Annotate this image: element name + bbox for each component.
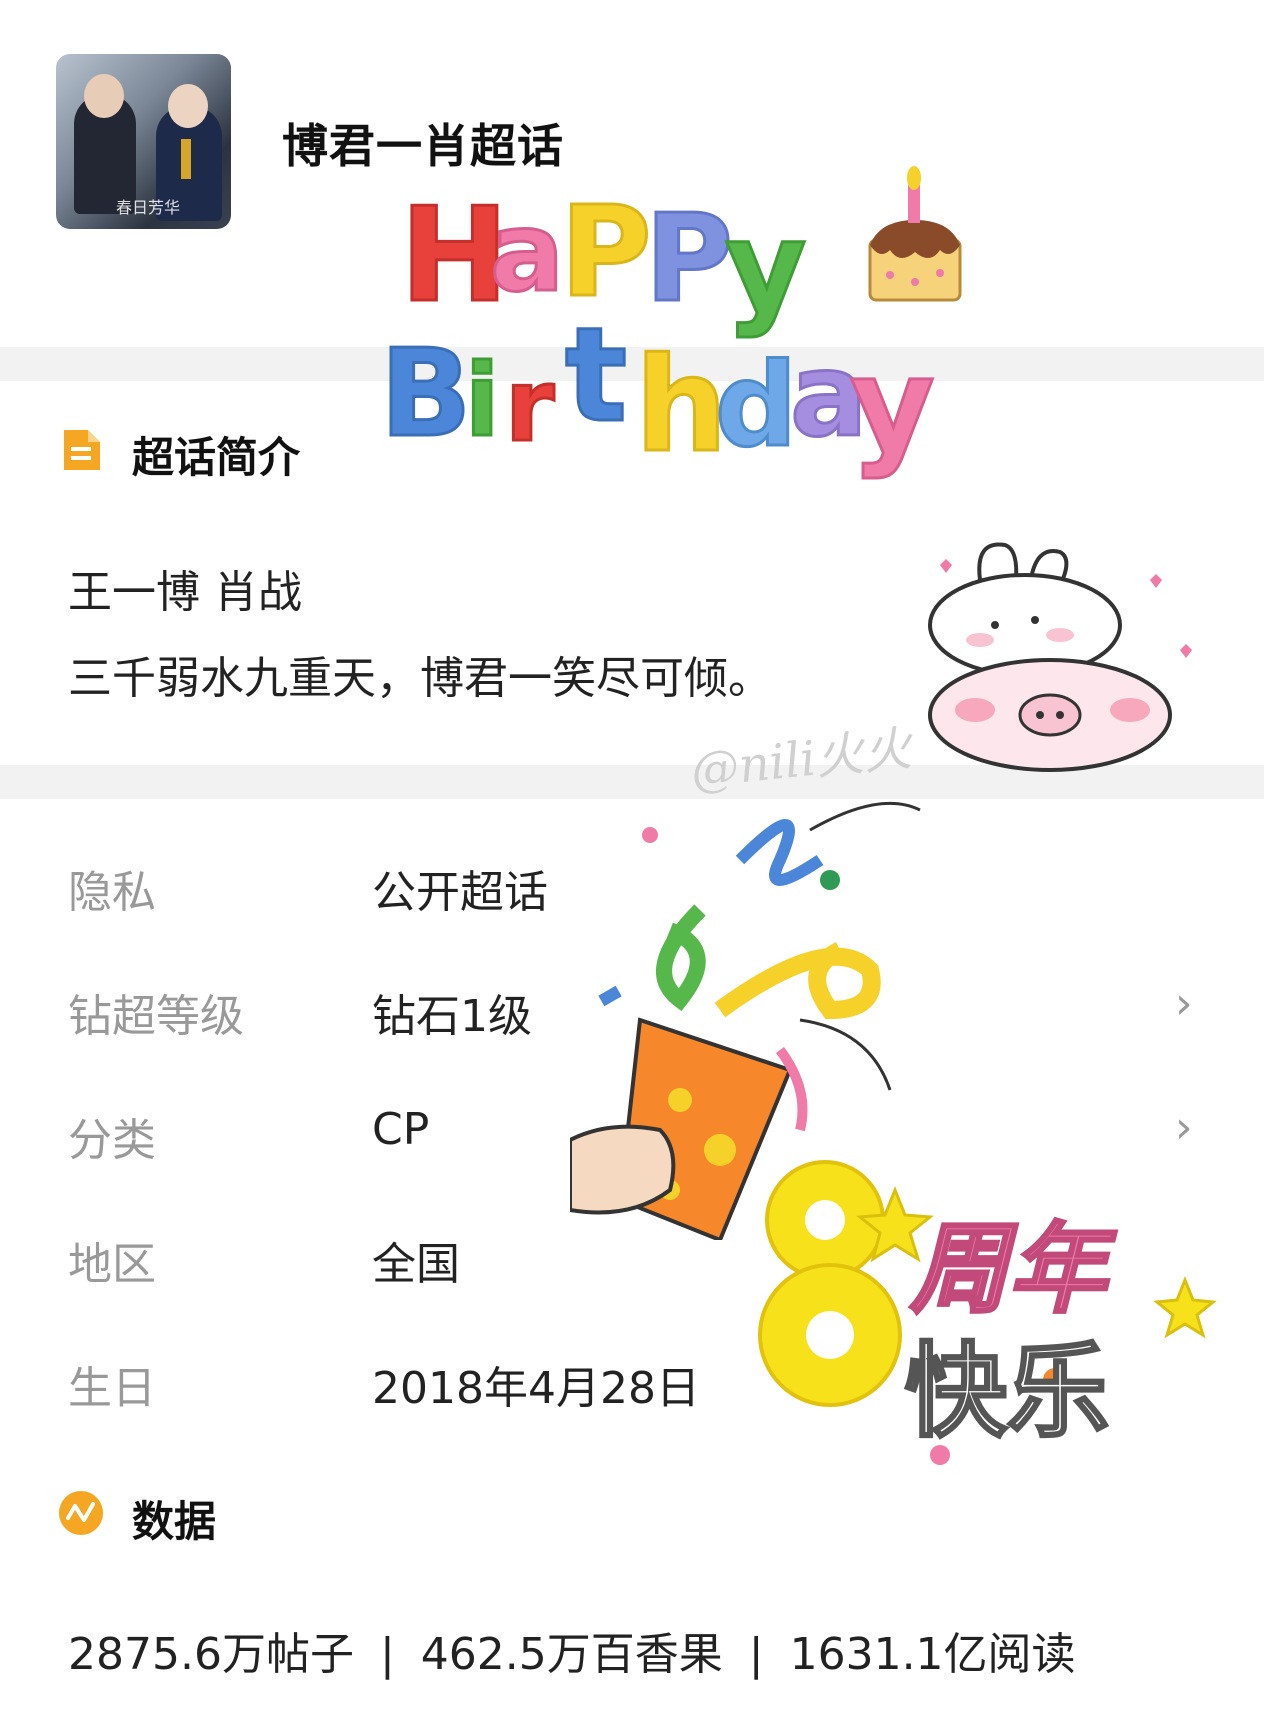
birthday-label: 生日 <box>68 1363 156 1414</box>
happy-birthday-sticker: H a P P y B i r t h d a y <box>380 160 1020 520</box>
svg-text:y: y <box>725 195 806 340</box>
supertopic-avatar[interactable]: 春日芳华 <box>56 54 231 229</box>
region-label: 地区 <box>68 1239 156 1290</box>
bunny-pig-sticker <box>920 540 1220 780</box>
fruits-count: 462.5万百香果 <box>420 1629 723 1680</box>
posts-count: 2875.6万帖子 <box>68 1629 354 1680</box>
chevron-right-icon[interactable]: › <box>1175 978 1193 1029</box>
document-icon <box>64 430 100 470</box>
privacy-label: 隐私 <box>68 867 156 918</box>
avatar-face-left <box>84 74 124 118</box>
cake-icon <box>868 166 962 302</box>
chart-icon <box>59 1491 103 1535</box>
level-label: 钻超等级 <box>68 991 244 1042</box>
region-value: 全国 <box>372 1239 460 1290</box>
chevron-right-icon[interactable]: › <box>1175 1102 1193 1153</box>
birthday-value: 2018年4月28日 <box>372 1363 700 1414</box>
svg-text:a: a <box>490 188 564 316</box>
intro-line-2: 三千弱水九重天，博君一笑尽可倾。 <box>68 653 772 704</box>
reads-count: 1631.1亿阅读 <box>789 1629 1076 1680</box>
svg-text:r: r <box>505 347 555 464</box>
stats-separator: | <box>748 1629 764 1680</box>
svg-text:d: d <box>715 339 797 473</box>
anniversary-text-2: 快乐 <box>904 1332 1111 1454</box>
svg-text:y: y <box>850 329 935 481</box>
level-value: 钻石1级 <box>372 991 532 1042</box>
stats-section-title: 数据 <box>132 1497 217 1546</box>
category-label: 分类 <box>68 1115 156 1166</box>
stats-separator: | <box>379 1629 395 1680</box>
intro-section-title: 超话简介 <box>132 433 301 482</box>
svg-text:h: h <box>635 329 728 481</box>
stats-section-header <box>58 1490 104 1540</box>
svg-text:t: t <box>565 299 627 451</box>
svg-text:P: P <box>645 190 733 329</box>
intro-line-1: 王一博 肖战 <box>68 567 302 618</box>
category-value: CP <box>372 1104 430 1155</box>
avatar-caption: 春日芳华 <box>116 198 181 217</box>
avatar-tie <box>181 139 191 179</box>
privacy-value: 公开超话 <box>372 867 548 918</box>
stats-line: 2875.6万帖子 | 462.5万百香果 | 1631.1亿阅读 <box>68 1618 1076 1682</box>
avatar-face-right <box>168 84 208 128</box>
svg-text:B: B <box>380 325 471 464</box>
intro-section-header <box>58 427 104 477</box>
svg-text:i: i <box>465 342 499 459</box>
